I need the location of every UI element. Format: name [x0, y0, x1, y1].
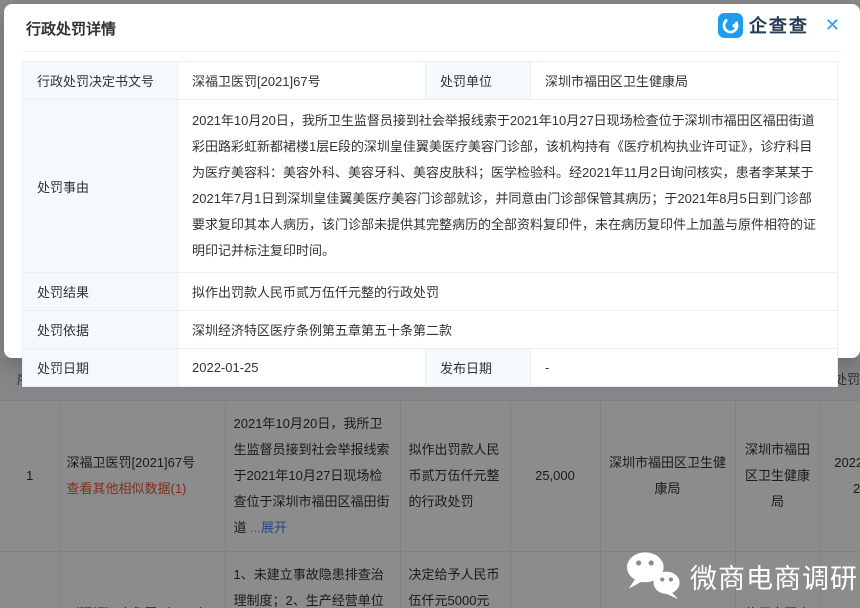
- page-title: 行政处罚详情: [26, 18, 116, 39]
- detail-row: 行政处罚决定书文号 深福卫医罚[2021]67号 处罚单位 深圳市福田区卫生健康…: [23, 62, 838, 100]
- detail-row: 处罚事由 2021年10月20日，我所卫生监督员接到社会举报线索于2021年10…: [23, 100, 838, 273]
- brand-area: 企查查 ✕: [718, 12, 840, 38]
- field-label-doc-no: 行政处罚决定书文号: [23, 62, 178, 100]
- detail-row: 处罚日期 2022-01-25 发布日期 -: [23, 349, 838, 387]
- qichacha-logo-text: 企查查: [749, 12, 809, 38]
- field-value-result: 拟作出罚款人民币贰万伍仟元整的行政处罚: [178, 273, 838, 311]
- qichacha-logo-icon: [718, 13, 743, 38]
- field-label-date: 处罚日期: [23, 349, 178, 387]
- field-value-basis: 深圳经济特区医疗条例第五章第五十条第二款: [178, 311, 838, 349]
- watermark-text: 微商电商调研: [690, 557, 858, 596]
- field-label-result: 处罚结果: [23, 273, 178, 311]
- field-value-publish: -: [531, 349, 838, 387]
- field-label-unit: 处罚单位: [426, 62, 531, 100]
- penalty-detail-modal: 行政处罚详情 企查查 ✕ 行政处罚决定书文号 深福卫医罚[2021]67号 处罚…: [4, 4, 860, 358]
- detail-row: 处罚结果 拟作出罚款人民币贰万伍仟元整的行政处罚: [23, 273, 838, 311]
- watermark: 微商电商调研: [626, 550, 858, 602]
- wechat-icon: [626, 550, 682, 602]
- detail-row: 处罚依据 深圳经济特区医疗条例第五章第五十条第二款: [23, 311, 838, 349]
- field-value-doc-no: 深福卫医罚[2021]67号: [178, 62, 426, 100]
- close-icon[interactable]: ✕: [825, 13, 840, 38]
- field-value-date: 2022-01-25: [178, 349, 426, 387]
- field-label-reason: 处罚事由: [23, 100, 178, 273]
- field-value-unit: 深圳市福田区卫生健康局: [531, 62, 838, 100]
- detail-table: 行政处罚决定书文号 深福卫医罚[2021]67号 处罚单位 深圳市福田区卫生健康…: [22, 61, 838, 387]
- field-value-reason: 2021年10月20日，我所卫生监督员接到社会举报线索于2021年10月27日现…: [178, 100, 838, 273]
- field-label-basis: 处罚依据: [23, 311, 178, 349]
- field-label-publish: 发布日期: [426, 349, 531, 387]
- modal-header: 行政处罚详情 企查查 ✕: [22, 4, 842, 52]
